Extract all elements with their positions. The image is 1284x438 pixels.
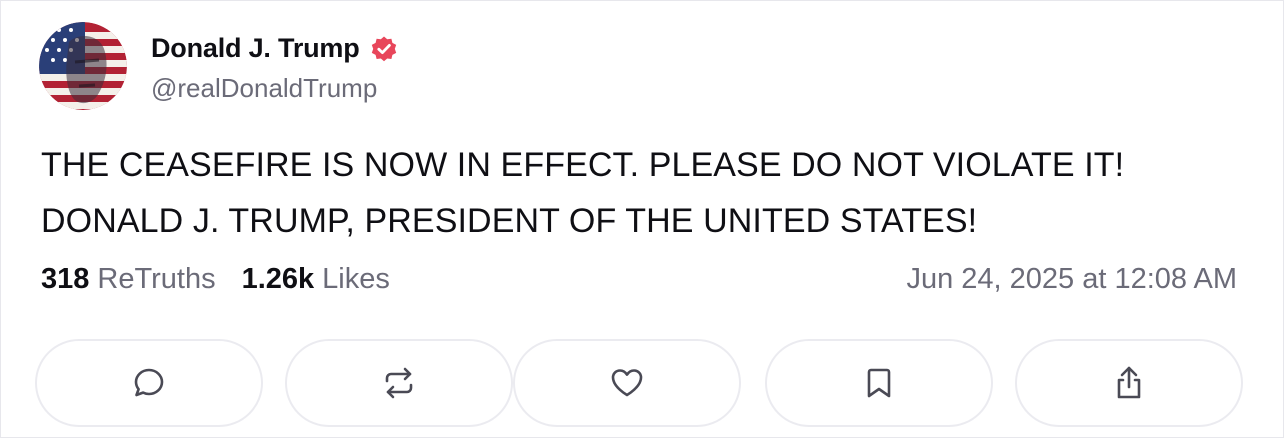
share-icon [1117,366,1141,399]
verified-badge-icon [370,35,398,63]
avatar-image [39,22,127,110]
name-row: Donald J. Trump [151,29,398,69]
post-text-line: THE CEASEFIRE IS NOW IN EFFECT. PLEASE D… [41,146,1125,184]
post-stats: 318 ReTruths 1.26k Likes [41,263,416,296]
post-content: THE CEASEFIRE IS NOW IN EFFECT. PLEASE D… [41,137,1241,249]
reply-icon [134,368,164,397]
post-header: Donald J. Trump @realDonaldTrump [39,21,398,111]
post-text-line: DONALD J. TRUMP, PRESIDENT OF THE UNITED… [41,202,978,240]
avatar[interactable] [39,22,127,110]
retruths-label: ReTruths [97,263,216,295]
retruths-count: 318 [41,263,90,295]
author-display-name[interactable]: Donald J. Trump [151,33,360,64]
bookmark-icon [867,368,891,398]
like-button[interactable] [513,339,741,427]
author-names: Donald J. Trump @realDonaldTrump [151,29,398,104]
likes-label: Likes [322,263,390,295]
retruths-stat[interactable]: 318 ReTruths [41,263,216,296]
bookmark-button[interactable] [765,339,993,427]
likes-count: 1.26k [241,263,315,295]
likes-stat[interactable]: 1.26k Likes [242,263,390,296]
author-handle[interactable]: @realDonaldTrump [151,73,398,104]
share-button[interactable] [1015,339,1243,427]
retruth-icon [385,367,413,399]
like-icon [611,369,643,397]
post-card: Donald J. Trump @realDonaldTrump THE CEA… [0,0,1284,438]
action-bar [35,339,1245,429]
retruth-button[interactable] [285,339,513,427]
reply-button[interactable] [35,339,263,427]
post-timestamp[interactable]: Jun 24, 2025 at 12:08 AM [906,263,1237,296]
